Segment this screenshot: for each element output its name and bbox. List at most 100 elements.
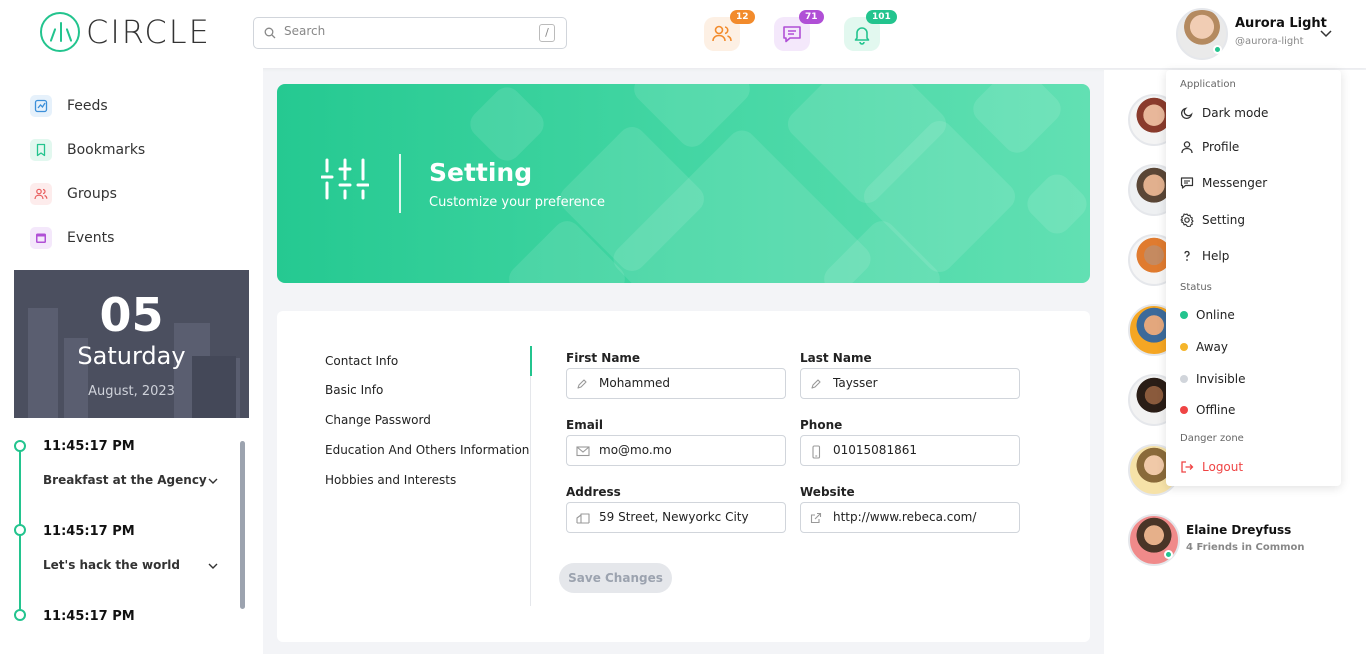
friend-common-count: 4 Friends in Common xyxy=(1186,542,1305,553)
menu-item-dark-mode[interactable]: Dark mode xyxy=(1180,104,1268,122)
phone-label: Phone xyxy=(800,418,843,432)
sidebar-item-bookmarks[interactable]: Bookmarks xyxy=(30,139,145,161)
menu-item-label: Help xyxy=(1202,249,1230,263)
status-label: Offline xyxy=(1196,403,1236,417)
logout-icon xyxy=(1181,461,1194,473)
logout-label: Logout xyxy=(1202,460,1244,474)
messages-badge: 71 xyxy=(799,10,824,24)
tab-basic-info[interactable]: Basic Info xyxy=(325,383,383,397)
tab-change-password[interactable]: Change Password xyxy=(325,413,431,427)
status-offline[interactable]: Offline xyxy=(1180,401,1235,419)
user-handle: @aurora-light xyxy=(1235,36,1304,47)
groups-icon xyxy=(30,183,52,205)
logo[interactable]: CIRCLE xyxy=(40,12,211,52)
timeline-time: 11:45:17 PM xyxy=(43,439,135,454)
last-name-field[interactable] xyxy=(800,368,1020,399)
first-name-input[interactable] xyxy=(599,376,779,390)
timeline-dot xyxy=(14,524,26,536)
first-name-label: First Name xyxy=(566,351,641,365)
pencil-icon xyxy=(577,379,587,389)
sidebar-item-events[interactable]: Events xyxy=(30,227,114,249)
user-name: Aurora Light xyxy=(1235,16,1327,31)
search-box[interactable]: / xyxy=(253,17,567,49)
status-dot xyxy=(1180,343,1188,351)
menu-item-label: Setting xyxy=(1202,213,1245,227)
status-online[interactable]: Online xyxy=(1180,306,1235,324)
user-menu[interactable]: Aurora Light @aurora-light xyxy=(1176,8,1356,60)
email-input[interactable] xyxy=(599,443,779,457)
gear-icon xyxy=(1180,213,1194,227)
calendar-icon xyxy=(30,227,52,249)
chevron-down-icon[interactable] xyxy=(207,560,219,572)
avatar[interactable] xyxy=(1128,514,1180,566)
menu-item-help[interactable]: Help xyxy=(1180,247,1229,265)
first-name-field[interactable] xyxy=(566,368,786,399)
address-field[interactable] xyxy=(566,502,786,533)
timeline-event-title[interactable]: Let's hack the world xyxy=(43,558,180,572)
friend-name[interactable]: Elaine Dreyfuss xyxy=(1186,523,1291,537)
tab-contact-info[interactable]: Contact Info xyxy=(325,354,398,368)
feeds-icon xyxy=(30,95,52,117)
users-icon xyxy=(712,25,732,42)
active-tab-indicator xyxy=(530,346,532,376)
chevron-down-icon[interactable] xyxy=(1319,26,1333,40)
page-subtitle: Customize your preference xyxy=(429,195,606,210)
messages-button[interactable]: 71 xyxy=(774,10,824,51)
sidebar-item-feeds[interactable]: Feeds xyxy=(30,95,108,117)
menu-item-setting[interactable]: Setting xyxy=(1180,211,1245,229)
message-icon xyxy=(1180,177,1194,189)
menu-item-label: Dark mode xyxy=(1202,106,1269,120)
sidebar-item-label: Feeds xyxy=(67,98,108,114)
pencil-icon xyxy=(811,379,821,389)
search-icon xyxy=(264,27,276,39)
email-label: Email xyxy=(566,418,604,432)
sidebar-item-label: Groups xyxy=(67,186,117,202)
friend-requests-button[interactable]: 12 xyxy=(704,10,755,51)
date-card: 05 Saturday August, 2023 xyxy=(14,270,249,418)
email-field[interactable] xyxy=(566,435,786,466)
dropdown-section-application: Application xyxy=(1180,79,1236,90)
date-month-year: August, 2023 xyxy=(88,384,175,399)
online-status-dot xyxy=(1164,550,1173,559)
sidebar-item-label: Bookmarks xyxy=(67,142,146,158)
phone-input[interactable] xyxy=(833,443,1013,457)
logo-text: CIRCLE xyxy=(86,13,211,51)
status-dot xyxy=(1180,311,1188,319)
notifications-button[interactable]: 101 xyxy=(844,10,897,51)
moon-icon xyxy=(1180,107,1193,120)
website-field[interactable] xyxy=(800,502,1020,533)
timeline-time: 11:45:17 PM xyxy=(43,609,135,624)
banner-divider xyxy=(399,154,401,213)
status-away[interactable]: Away xyxy=(1180,338,1228,356)
dropdown-section-danger: Danger zone xyxy=(1180,433,1244,444)
phone-field[interactable] xyxy=(800,435,1020,466)
menu-item-label: Messenger xyxy=(1202,176,1268,190)
save-changes-button[interactable]: Save Changes xyxy=(559,563,672,593)
external-link-icon xyxy=(810,512,822,524)
left-sidebar: Feeds Bookmarks Groups Events 05 Saturda… xyxy=(0,68,263,654)
timeline-dot xyxy=(14,440,26,452)
address-input[interactable] xyxy=(599,510,779,524)
menu-item-messenger[interactable]: Messenger xyxy=(1180,174,1267,192)
tab-education[interactable]: Education And Others Information xyxy=(325,443,529,457)
online-status-dot xyxy=(1213,45,1222,54)
menu-item-profile[interactable]: Profile xyxy=(1180,138,1239,156)
notifications-badge: 101 xyxy=(866,10,897,24)
status-invisible[interactable]: Invisible xyxy=(1180,370,1246,388)
tab-hobbies[interactable]: Hobbies and Interests xyxy=(325,473,456,487)
menu-item-logout[interactable]: Logout xyxy=(1180,458,1243,476)
search-input[interactable] xyxy=(284,24,524,38)
website-input[interactable] xyxy=(833,510,1013,524)
timeline-time: 11:45:17 PM xyxy=(43,524,135,539)
date-day: 05 xyxy=(99,288,164,342)
last-name-input[interactable] xyxy=(833,376,1013,390)
timeline-event-title[interactable]: Breakfast at the Agency xyxy=(43,473,207,487)
timeline-dot xyxy=(14,609,26,621)
sidebar-item-groups[interactable]: Groups xyxy=(30,183,117,205)
question-icon xyxy=(1184,250,1190,261)
bookmark-icon xyxy=(30,139,52,161)
circle-logo-icon xyxy=(40,12,80,52)
status-dot xyxy=(1180,375,1188,383)
chevron-down-icon[interactable] xyxy=(207,475,219,487)
timeline-scrollbar[interactable] xyxy=(240,441,245,609)
